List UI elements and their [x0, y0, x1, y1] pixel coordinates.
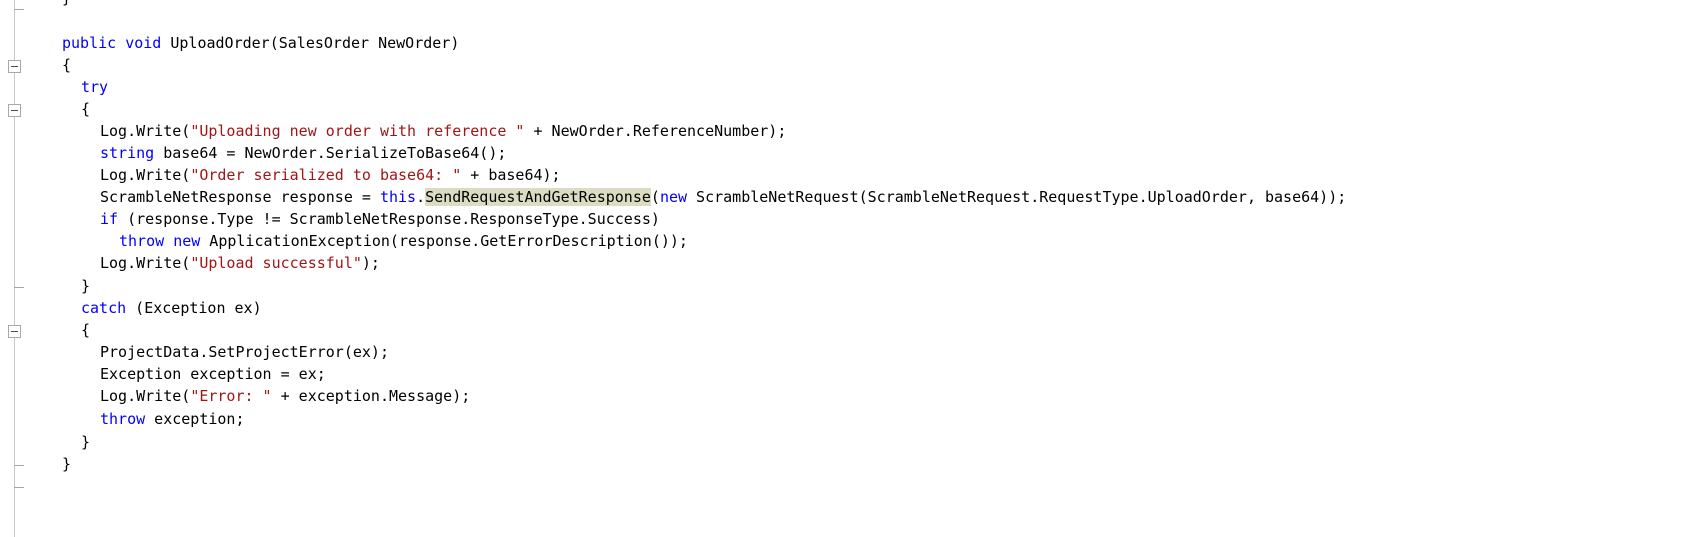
code-token: + exception.Message);	[271, 387, 471, 405]
code-text-surface[interactable]: } public void UploadOrder(SalesOrder NewO…	[0, 0, 1702, 537]
keyword-token: throw	[119, 232, 165, 250]
string-literal-token: "Order serialized to base64: "	[190, 166, 462, 184]
code-line[interactable]: try	[0, 76, 108, 98]
code-editor-pane[interactable]: } public void UploadOrder(SalesOrder NewO…	[0, 0, 1702, 537]
code-token: }	[81, 433, 91, 451]
code-line[interactable]: ScrambleNetResponse response = this.Send…	[0, 186, 1346, 208]
code-token: }	[81, 277, 91, 295]
keyword-token: if	[100, 210, 119, 228]
keyword-token: this	[379, 188, 417, 206]
code-token: {	[81, 100, 91, 118]
code-token: ScrambleNetResponse response =	[100, 188, 380, 206]
code-token: .	[416, 188, 426, 206]
code-token: base64 = NewOrder.SerializeToBase64();	[154, 144, 507, 162]
code-line[interactable]: Log.Write("Upload successful");	[0, 252, 380, 274]
code-line[interactable]: Log.Write("Error: " + exception.Message)…	[0, 385, 470, 407]
code-token: Log.Write(	[100, 254, 191, 272]
keyword-token: throw	[100, 410, 146, 428]
keyword-token: try	[81, 78, 109, 96]
code-line[interactable]: throw new ApplicationException(response.…	[0, 230, 688, 252]
code-token: exception;	[145, 410, 245, 428]
code-token: (	[650, 188, 660, 206]
code-line[interactable]: }	[0, 431, 90, 453]
keyword-token: public	[62, 34, 117, 52]
code-token: (Exception ex)	[126, 299, 262, 317]
code-line[interactable]: Log.Write("Uploading new order with refe…	[0, 120, 786, 142]
code-line[interactable]: ProjectData.SetProjectError(ex);	[0, 341, 389, 363]
code-line[interactable]: {	[0, 98, 90, 120]
code-token: Log.Write(	[100, 122, 191, 140]
code-line[interactable]: string base64 = NewOrder.SerializeToBase…	[0, 142, 506, 164]
code-token: ApplicationException(response.GetErrorDe…	[200, 232, 688, 250]
code-line[interactable]: Exception exception = ex;	[0, 363, 326, 385]
string-literal-token: "Error: "	[190, 387, 272, 405]
code-token: UploadOrder(SalesOrder NewOrder)	[161, 34, 460, 52]
highlighted-reference-token: SendRequestAndGetResponse	[425, 188, 651, 206]
code-line[interactable]: }	[0, 0, 71, 9]
code-line[interactable]: throw exception;	[0, 408, 245, 430]
code-token: Exception exception = ex;	[100, 365, 326, 383]
string-literal-token: "Uploading new order with reference "	[190, 122, 525, 140]
code-token: (response.Type != ScrambleNetResponse.Re…	[118, 210, 660, 228]
code-line[interactable]: }	[0, 453, 71, 475]
code-token: {	[81, 321, 91, 339]
keyword-token: void	[125, 34, 162, 52]
keyword-token: string	[100, 144, 155, 162]
code-line[interactable]: }	[0, 275, 90, 297]
code-token: ProjectData.SetProjectError(ex);	[100, 343, 389, 361]
keyword-token: catch	[81, 299, 127, 317]
code-token: {	[62, 56, 72, 74]
code-token: );	[361, 254, 380, 272]
string-literal-token: "Upload successful"	[190, 254, 362, 272]
code-token: }	[62, 0, 71, 7]
code-line[interactable]: {	[0, 54, 71, 76]
code-token: + base64);	[461, 166, 561, 184]
keyword-token: new	[659, 188, 688, 206]
code-token: + NewOrder.ReferenceNumber);	[524, 122, 787, 140]
keyword-token: new	[173, 232, 201, 250]
code-line[interactable]: {	[0, 319, 90, 341]
code-line[interactable]: Log.Write("Order serialized to base64: "…	[0, 164, 561, 186]
code-line[interactable]: if (response.Type != ScrambleNetResponse…	[0, 208, 660, 230]
code-token: ScrambleNetRequest(ScrambleNetRequest.Re…	[687, 188, 1347, 206]
code-token: Log.Write(	[100, 166, 191, 184]
code-line[interactable]: public void UploadOrder(SalesOrder NewOr…	[0, 32, 459, 54]
code-token: Log.Write(	[100, 387, 191, 405]
code-token: }	[62, 455, 72, 473]
code-line[interactable]: catch (Exception ex)	[0, 297, 262, 319]
